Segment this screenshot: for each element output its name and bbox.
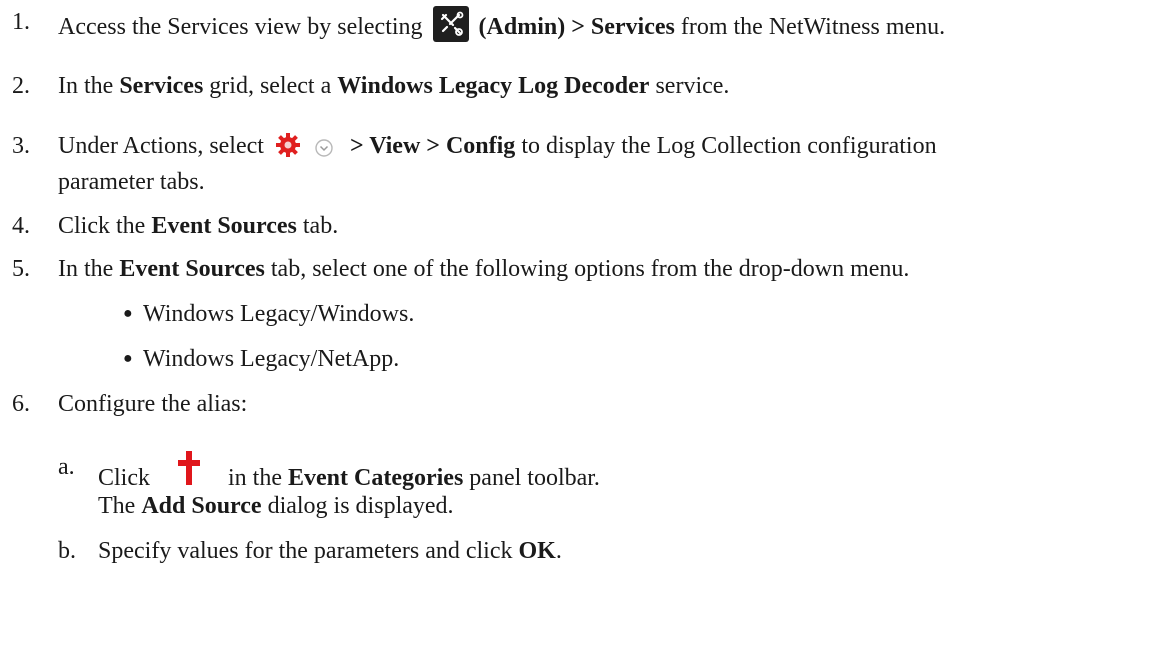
- step-number: 3.: [12, 133, 30, 159]
- bullet-icon: ●: [123, 350, 133, 367]
- procedure-document: 1. Access the Services view by selecting…: [0, 0, 1157, 647]
- step-text: In the: [58, 73, 114, 99]
- bullet-icon: ●: [123, 305, 133, 322]
- step-text: Click the: [58, 213, 146, 239]
- chevron-down-icon: [314, 135, 334, 167]
- step-number: 4.: [12, 213, 30, 239]
- step-text: in the: [228, 465, 282, 491]
- step-text: .: [555, 538, 562, 564]
- ui-term: Event Sources: [119, 256, 265, 282]
- step-text: Click: [98, 465, 150, 491]
- ui-path: > View > Config: [349, 133, 516, 159]
- ui-term: Event Sources: [151, 213, 297, 239]
- step-text: parameter tabs.: [58, 169, 205, 195]
- step-text: The: [98, 493, 136, 519]
- ui-term: Services: [119, 73, 204, 99]
- step-text: dialog is displayed.: [267, 493, 454, 519]
- step-text: In the: [58, 256, 114, 282]
- ui-term: Windows Legacy Log Decoder: [337, 73, 650, 99]
- substep-letter: a.: [58, 454, 75, 480]
- step-text: Access the Services view by selecting: [58, 14, 423, 40]
- ui-term: Add Source: [141, 493, 262, 519]
- step-text: to display the Log Collection configurat…: [521, 133, 937, 159]
- step-number: 1.: [12, 9, 30, 35]
- step-text: Under Actions, select: [58, 133, 264, 159]
- substep-letter: b.: [58, 538, 76, 564]
- step-text: grid, select a: [209, 73, 332, 99]
- plus-icon: [178, 451, 200, 492]
- step-number: 5.: [12, 256, 30, 282]
- bullet-text: Windows Legacy/Windows.: [143, 301, 415, 327]
- step-text: service.: [655, 73, 730, 99]
- step-text: tab.: [302, 213, 339, 239]
- step-number: 2.: [12, 73, 30, 99]
- step-text: panel toolbar.: [469, 465, 600, 491]
- admin-tools-icon: [432, 6, 469, 42]
- step-number: 6.: [12, 391, 30, 417]
- ui-term: OK: [518, 538, 556, 564]
- bullet-text: Windows Legacy/NetApp.: [143, 346, 400, 372]
- step-text: Specify values for the parameters and cl…: [98, 538, 513, 564]
- step-text: from the NetWitness menu.: [680, 14, 946, 40]
- ui-path: (Admin) > Services: [478, 14, 675, 40]
- ui-term: Event Categories: [288, 465, 464, 491]
- step-text: Configure the alias:: [58, 391, 248, 417]
- step-text: tab, select one of the following options…: [270, 256, 910, 282]
- gear-icon: [274, 131, 302, 168]
